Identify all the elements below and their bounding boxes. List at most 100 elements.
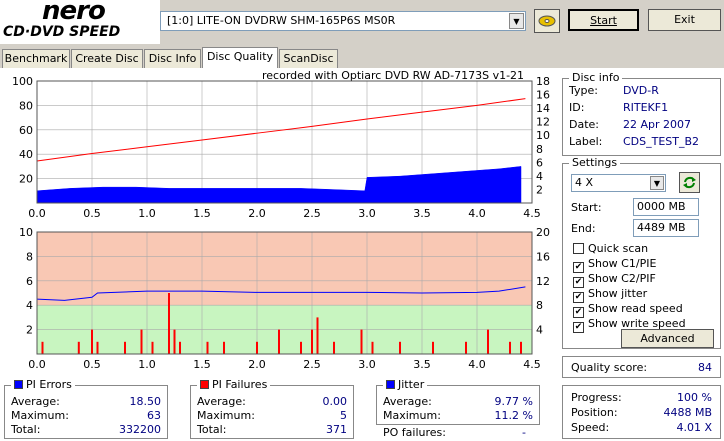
advanced-button[interactable]: Advanced [621,329,714,348]
progress-label: Progress: [571,391,622,404]
y-right-tick-label: 4 [536,170,543,183]
jitter-average-value: 9.77 % [494,395,533,408]
tab-disc-quality[interactable]: Disc Quality [202,47,278,69]
y-left-tick-label: 4 [26,299,33,312]
chart-title: recorded with Optiarc DVD RW AD-7173S v1… [262,69,524,82]
tab-scandisc[interactable]: ScanDisc [279,49,338,68]
chevron-down-icon[interactable]: ▼ [650,176,664,190]
pi-failures-bar [371,341,374,354]
x-tick-label: 2.5 [303,358,321,371]
x-tick-label: 3.0 [358,207,376,220]
x-tick-label: 3.5 [413,207,431,220]
pi-failures-bar [124,341,126,354]
y-right-tick-label: 14 [536,102,550,115]
x-tick-label: 3.5 [413,358,431,371]
show-c1-pie-label: Show C1/PIE [588,257,657,270]
pi-failures-title-text: PI Failures [212,378,268,391]
x-tick-label: 1.0 [138,207,156,220]
x-tick-label: 1.0 [138,358,156,371]
start-button-label: Start [590,14,617,27]
quick-scan-checkbox[interactable]: Quick scan [573,242,648,255]
pi-failures-bar [311,329,313,354]
x-tick-label: 1.5 [193,207,211,220]
x-tick-label: 0.0 [28,207,46,220]
speed-select[interactable]: 4 X ▼ [571,174,666,192]
pi-failures-bar [333,341,335,354]
show-jitter-checkbox[interactable]: ✔ Show jitter [573,287,647,303]
disc-info-title: Disc info [569,71,623,84]
start-button[interactable]: Start [568,9,639,31]
show-read-speed-checkbox[interactable]: ✔ Show read speed [573,302,683,318]
pi-failures-bar [316,317,319,354]
disc-label-label: Label: [569,135,603,148]
pi-failures-bar [77,341,80,354]
y-left-tick-label: 8 [26,250,33,263]
pi-failures-chart: 0.0 0.5 1.0 1.5 2.0 2.5 3.0 3.5 4.0 4.5 10 8 6 4 2 20 16… [19,226,550,371]
checkbox-box [573,243,584,254]
show-jitter-label: Show jitter [588,287,648,300]
disc-type-label: Type: [569,84,598,97]
pi-failures-bar [399,341,401,354]
y-right-tick-label: 20 [536,226,550,239]
pi-failures-bar [173,329,176,354]
speed-value: 4.01 X [676,421,712,434]
disc-label-value: CDS_TEST_B2 [623,135,700,148]
settings-title: Settings [569,156,621,169]
po-failures-label: PO failures: [383,426,446,439]
refresh-button[interactable] [679,172,700,193]
show-c1-pie-checkbox[interactable]: ✔ Show C1/PIE [573,257,656,273]
end-mb-input[interactable]: 4489 MB [633,219,699,237]
pi-errors-total-label: Total: [11,423,41,436]
y-right-tick-label: 2 [536,183,543,196]
speed-select-value: 4 X [575,176,594,189]
disc-id-label: ID: [569,101,585,114]
pi-failures-total-value: 371 [326,423,347,436]
x-tick-label: 0.5 [83,358,101,371]
pi-failures-bar [300,341,302,354]
start-mb-input[interactable]: 0000 MB [633,198,699,216]
show-c2-pif-checkbox[interactable]: ✔ Show C2/PIF [573,272,656,288]
jitter-maximum-value: 11.2 % [494,409,533,422]
x-tick-label: 2.0 [248,207,266,220]
chart-band-high [37,232,532,306]
tab-create-disc[interactable]: Create Disc [71,49,143,68]
tab-benchmark[interactable]: Benchmark [2,49,70,68]
pi-failures-bar [487,329,489,354]
y-left-tick-label: 60 [19,124,33,137]
exit-button[interactable]: Exit [648,9,721,31]
y-right-tick-label: 16 [536,250,550,263]
tab-disc-info[interactable]: Disc Info [144,49,201,68]
x-tick-label: 4.5 [523,207,541,220]
end-mb-label: End: [571,222,596,235]
app-logo-subtitle: CD·DVD SPEED [3,24,121,40]
quality-score-box: Quality score: 84 [562,356,721,378]
chevron-down-icon[interactable]: ▼ [509,13,524,29]
pi-errors-average-value: 18.50 [129,395,162,408]
app-window: nero CD·DVD SPEED [1:0] LITE-ON DVDRW SH… [0,0,724,441]
drive-select[interactable]: [1:0] LITE-ON DVDRW SHM-165P6S MS0R ▼ [160,11,526,31]
checkmark-icon: ✔ [573,322,584,333]
position-value: 4488 MB [663,406,712,419]
po-failures-value: - [522,426,526,439]
y-left-tick-label: 100 [12,75,33,88]
pi-failures-bar [432,341,434,354]
eject-button[interactable] [534,9,560,33]
x-tick-label: 4.0 [468,207,486,220]
pi-failures-color-swatch [200,380,209,389]
y-right-tick-label: 16 [536,89,550,102]
y-right-tick-label: 4 [536,324,543,337]
jitter-title: Jitter [383,378,428,391]
disc-id-value: RITEKF1 [623,101,669,114]
pi-failures-bar [520,341,522,354]
pi-failures-bar [96,341,99,354]
start-mb-label: Start: [571,201,602,214]
drive-select-value: [1:0] LITE-ON DVDRW SHM-165P6S MS0R [167,14,396,27]
disc-date-label: Date: [569,118,599,131]
pi-failures-total-label: Total: [197,423,227,436]
pi-failures-maximum-value: 5 [340,409,347,422]
y-right-tick-label: 10 [536,129,550,142]
pi-failures-bar [360,329,363,354]
pi-failures-average-label: Average: [197,395,246,408]
jitter-group: Jitter Average: 9.77 % Maximum: 11.2 % [376,378,540,425]
disc-quality-panel: recorded with Optiarc DVD RW AD-7173S v1… [0,68,724,441]
